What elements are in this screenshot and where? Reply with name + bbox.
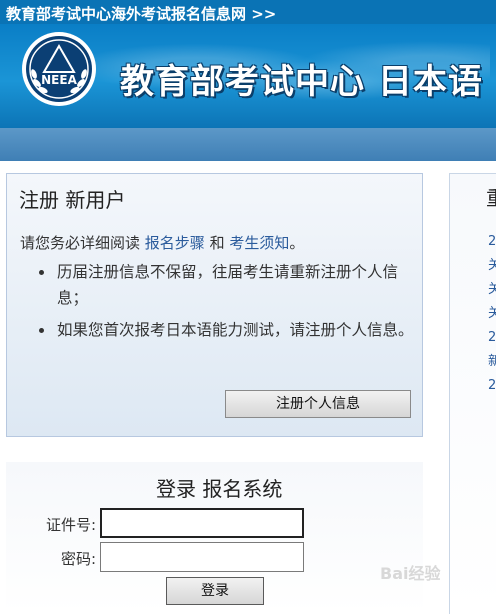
bullet-icon xyxy=(39,328,44,333)
id-number-label: 证件号: xyxy=(45,516,96,534)
note-text: 历届注册信息不保留，往届考生请重新注册个人信息； xyxy=(57,263,399,307)
news-link[interactable]: 新 xyxy=(488,350,496,374)
neea-logo-icon: NEEA xyxy=(22,32,96,106)
register-intro: 请您务必详细阅读 报名步骤 和 考生须知。 xyxy=(20,232,304,253)
news-link[interactable]: 2 xyxy=(488,374,496,398)
login-button[interactable]: 登录 xyxy=(166,577,264,605)
login-panel: 登录 报名系统 证件号: 密码: 登录 xyxy=(6,462,423,613)
nav-bar xyxy=(0,128,496,161)
registration-steps-link[interactable]: 报名步骤 xyxy=(145,234,205,252)
header-banner: NEEA 教育部考试中心 日本语 xyxy=(0,24,496,128)
register-title: 注册 新用户 xyxy=(19,188,126,212)
register-panel: 注册 新用户 请您务必详细阅读 报名步骤 和 考生须知。 历届注册信息不保留，往… xyxy=(6,173,423,437)
password-label: 密码: xyxy=(60,550,96,568)
banner-title: 教育部考试中心 日本语 xyxy=(120,62,483,102)
watermark: Bai经验 xyxy=(380,564,441,583)
password-input[interactable] xyxy=(100,542,304,572)
news-title: 重 xyxy=(486,182,496,211)
login-title: 登录 报名系统 xyxy=(156,477,283,501)
news-list: 2 关 关 关 2 新 2 xyxy=(488,230,496,398)
logo-text: NEEA xyxy=(41,73,77,87)
site-title-bar: 教育部考试中心海外考试报名信息网 >> xyxy=(0,0,496,24)
note-text: 如果您首次报考日本语能力测试，请注册个人信息。 xyxy=(57,321,414,339)
register-personal-info-button[interactable]: 注册个人信息 xyxy=(225,390,411,418)
site-title[interactable]: 教育部考试中心海外考试报名信息网 >> xyxy=(6,3,276,24)
register-notes: 历届注册信息不保留，往届考生请重新注册个人信息； 如果您首次报考日本语能力测试，… xyxy=(35,259,415,349)
news-panel: 重 2 关 关 关 2 新 2 xyxy=(449,173,496,614)
news-link[interactable]: 关 xyxy=(488,278,496,302)
news-link[interactable]: 关 xyxy=(488,302,496,326)
id-number-input[interactable] xyxy=(100,508,304,538)
intro-suffix: 。 xyxy=(289,234,305,252)
news-link[interactable]: 2 xyxy=(488,326,496,350)
candidate-notice-link[interactable]: 考生须知 xyxy=(229,234,289,252)
news-link[interactable]: 2 xyxy=(488,230,496,254)
list-item: 如果您首次报考日本语能力测试，请注册个人信息。 xyxy=(35,317,415,343)
intro-mid: 和 xyxy=(204,234,230,252)
intro-prefix: 请您务必详细阅读 xyxy=(20,234,145,252)
news-link[interactable]: 关 xyxy=(488,254,496,278)
bullet-icon xyxy=(39,270,44,275)
list-item: 历届注册信息不保留，往届考生请重新注册个人信息； xyxy=(35,259,415,311)
